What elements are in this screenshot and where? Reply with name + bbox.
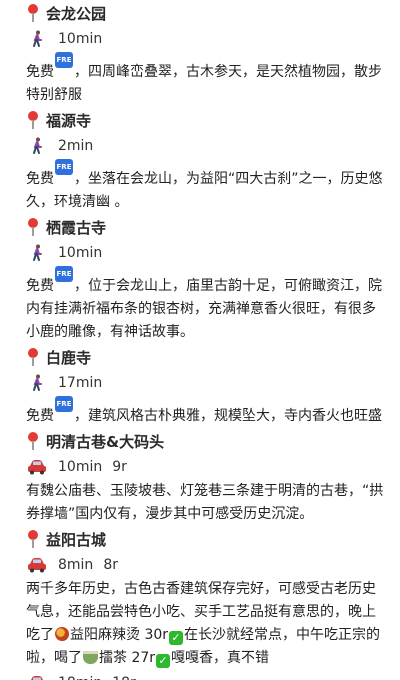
- travel-time: 10min: [58, 31, 103, 47]
- pin-icon: [26, 530, 40, 548]
- bottom-meta: 18min 18r: [26, 670, 390, 680]
- spot-meta: 8min 8r: [26, 552, 390, 578]
- free-badge-icon: FREE: [55, 52, 73, 80]
- free-badge-icon: FREE: [55, 396, 73, 424]
- spot-section: 益阳古城 8min 8r 两千多年历史，古色古香建筑保存完好，可感受古老历史气息，还能…: [26, 526, 390, 670]
- spot-section: 明清古巷&大码头 10min 9r 有魏公庙巷、玉陵坡巷、灯笼巷三条建于明清的古巷，“…: [26, 428, 390, 526]
- spot-meta: 10min 9r: [26, 454, 390, 480]
- check-icon: ✓: [156, 654, 171, 668]
- spot-description: 两千多年历史，古色古香建筑保存完好，可感受古老历史气息，还能品尝特色小吃、买手工…: [26, 578, 390, 670]
- description-text: 免费: [26, 278, 54, 294]
- spot-name: 会龙公园: [46, 4, 107, 23]
- food-icon: [55, 627, 69, 641]
- description-text: 擂茶 27r: [99, 650, 156, 666]
- car-icon: [26, 555, 48, 575]
- travel-price: 9r: [112, 459, 127, 475]
- spot-section: 白鹿寺 17min 免费FREE ，建筑风格古朴典雅，规模坠大，寺内香火也旺盛: [26, 344, 390, 428]
- pin-icon: [26, 4, 40, 22]
- free-badge-icon: FREE: [55, 266, 73, 294]
- spot-description: 免费FREE ，坐落在会龙山，为益阳“四大古刹”之一，历史悠久，环境清幽 。: [26, 159, 390, 214]
- travel-time: 2min: [58, 138, 94, 154]
- spots-list: 会龙公园 10min 免费FREE ，四周峰峦叠翠，古木参天，是天然植物园，散步特别舒…: [26, 0, 390, 670]
- spot-name: 益阳古城: [46, 530, 107, 549]
- travel-price: 18r: [112, 675, 136, 680]
- car-icon: [26, 673, 48, 680]
- pin-icon: [26, 432, 40, 450]
- travel-time: 10min: [58, 245, 103, 261]
- spot-name: 福源寺: [46, 111, 92, 130]
- spot-title: 会龙公园: [26, 0, 390, 26]
- travel-price: 8r: [103, 557, 118, 573]
- description-text: 免费: [26, 64, 54, 80]
- spot-section: 栖霞古寺 10min 免费FREE ，位于会龙山上，庙里古韵十足，可俯瞰资江，院内有挂…: [26, 214, 390, 344]
- spot-description: 有魏公庙巷、玉陵坡巷、灯笼巷三条建于明清的古巷，“拱券撑墙”国内仅有，漫步其中可…: [26, 480, 390, 526]
- spot-title: 栖霞古寺: [26, 214, 390, 240]
- description-text: ，坐落在会龙山，为益阳“四大古刹”之一，历史悠久，环境清幽 。: [26, 171, 383, 210]
- walking-person-icon: [26, 373, 48, 393]
- spot-description: 免费FREE ，四周峰峦叠翠，古木参天，是天然植物园，散步特别舒服: [26, 52, 390, 107]
- description-text: ，四周峰峦叠翠，古木参天，是天然植物园，散步特别舒服: [26, 64, 382, 103]
- spot-meta: 10min: [26, 26, 390, 52]
- spot-description: 免费FREE ，位于会龙山上，庙里古韵十足，可俯瞰资江，院内有挂满祈福布条的银杏树…: [26, 266, 390, 344]
- spot-name: 栖霞古寺: [46, 218, 107, 237]
- description-text: 有魏公庙巷、玉陵坡巷、灯笼巷三条建于明清的古巷，“拱券撑墙”国内仅有，漫步其中可…: [26, 483, 384, 522]
- car-icon: [26, 457, 48, 477]
- travel-time: 10min: [58, 459, 103, 475]
- spot-title: 白鹿寺: [26, 344, 390, 370]
- description-text: 免费: [26, 171, 54, 187]
- walking-person-icon: [26, 29, 48, 49]
- travel-time: 17min: [58, 375, 103, 391]
- travel-time: 8min: [58, 557, 94, 573]
- spot-name: 明清古巷&大码头: [46, 432, 165, 451]
- check-icon: ✓: [169, 631, 184, 645]
- description-text: ，建筑风格古朴典雅，规模坠大，寺内香火也旺盛: [74, 408, 382, 424]
- spot-meta: 17min: [26, 370, 390, 396]
- spot-section: 福源寺 2min 免费FREE ，坐落在会龙山，为益阳“四大古刹”之一，历史悠久，环境…: [26, 107, 390, 214]
- spot-title: 明清古巷&大码头: [26, 428, 390, 454]
- spot-name: 白鹿寺: [46, 348, 92, 367]
- description-text: 益阳麻辣烫 30r: [70, 627, 169, 643]
- spot-title: 福源寺: [26, 107, 390, 133]
- pin-icon: [26, 111, 40, 129]
- pin-icon: [26, 348, 40, 366]
- description-text: 免费: [26, 408, 54, 424]
- pin-icon: [26, 218, 40, 236]
- spot-meta: 10min: [26, 240, 390, 266]
- travel-time: 18min: [58, 675, 102, 680]
- spot-title: 益阳古城: [26, 526, 390, 552]
- free-badge-icon: FREE: [55, 159, 73, 187]
- spot-section: 会龙公园 10min 免费FREE ，四周峰峦叠翠，古木参天，是天然植物园，散步特别舒…: [26, 0, 390, 107]
- travel-note: 会龙公园 10min 免费FREE ，四周峰峦叠翠，古木参天，是天然植物园，散步特别舒…: [0, 0, 400, 680]
- walking-person-icon: [26, 136, 48, 156]
- tea-icon: [83, 651, 98, 664]
- description-text: ，位于会龙山上，庙里古韵十足，可俯瞰资江，院内有挂满祈福布条的银杏树，充满禅意香…: [26, 278, 382, 340]
- description-text: 嘎嘎香，真不错: [171, 650, 270, 666]
- walking-person-icon: [26, 243, 48, 263]
- spot-description: 免费FREE ，建筑风格古朴典雅，规模坠大，寺内香火也旺盛: [26, 396, 390, 428]
- spot-meta: 2min: [26, 133, 390, 159]
